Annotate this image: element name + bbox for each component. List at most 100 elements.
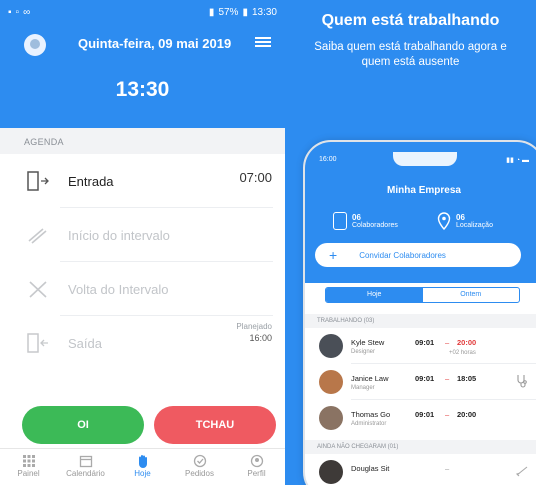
agenda-item-label: Entrada	[68, 174, 114, 189]
tab-label: Calendário	[66, 469, 105, 478]
action-buttons: OI TCHAU	[0, 398, 285, 448]
stethoscope-icon	[517, 375, 527, 388]
tab-hoje[interactable]: Hoje	[326, 288, 423, 302]
tab-ontem[interactable]: Ontem	[423, 288, 520, 302]
person-role: Designer	[351, 349, 376, 355]
horn-icon	[515, 466, 528, 477]
promo-subtitle-line: Saiba quem está trabalhando agora e	[314, 41, 507, 53]
agenda-item-label: Saída	[68, 336, 102, 351]
avatar	[319, 406, 343, 430]
location-pin-icon	[437, 212, 451, 230]
mockup-header: 16:00 ▮▮ ◔ ▬ Minha Empresa 06 Colaborado…	[305, 142, 536, 283]
image-icon: ▫	[15, 6, 20, 18]
phone-notch	[393, 152, 457, 166]
planned-time: Planejado 16:00	[236, 322, 272, 343]
badge-icon	[333, 212, 347, 230]
agenda-item-saida[interactable]: Saída Planejado 16:00	[0, 316, 285, 370]
signal-icon: ▮	[208, 6, 215, 18]
promo-subtitle: Saiba quem está trabalhando agora e quem…	[285, 40, 536, 70]
person-name: Kyle Stew	[351, 338, 385, 347]
tchau-button[interactable]: TCHAU	[154, 406, 276, 444]
tab-label: Hoje	[134, 469, 151, 478]
promo-title: Quem está trabalhando	[321, 12, 500, 29]
app-screen: ▪ ▫ ∞ ▮ 57% ▮ 13:30 Quinta-feira, 09 mai…	[0, 0, 285, 485]
agenda-section-label: AGENDA	[0, 128, 285, 154]
tab-hoje[interactable]: Hoje	[114, 449, 171, 485]
door-exit-icon	[27, 333, 48, 353]
end-time: 20:00	[457, 410, 477, 419]
avatar[interactable]	[24, 34, 46, 56]
status-bar: ▪ ▫ ∞ ▮ 57% ▮ 13:30	[0, 0, 285, 24]
tab-label: Perfil	[247, 469, 266, 478]
battery-level: 57%	[218, 6, 239, 18]
agenda-item-inicio-intervalo[interactable]: Início do intervalo	[0, 208, 285, 262]
tab-label: Painel	[17, 469, 40, 478]
header-date: Quinta-feira, 09 mai 2019	[78, 36, 232, 51]
person-name: Douglas Sit	[351, 464, 390, 473]
collaborators-label: Colaboradores	[352, 222, 398, 229]
screen: ▪ ▫ ∞ ▮ 57% ▮ 13:30 Quinta-feira, 09 mai…	[0, 0, 536, 485]
time-separator: –	[445, 374, 450, 383]
avatar	[319, 370, 343, 394]
status-time: 13:30	[251, 6, 277, 18]
collaborators-stat: 06 Colaboradores	[333, 212, 398, 230]
header: Quinta-feira, 09 mai 2019 13:30	[0, 24, 285, 128]
notification-icon: ▪	[8, 6, 12, 18]
end-time: 18:05	[457, 374, 477, 383]
promo-panel: Quem está trabalhando Saiba quem está tr…	[285, 0, 536, 485]
start-time: 09:01	[415, 410, 435, 419]
signal-wifi-battery-icon: ▮▮ ◔ ▬	[506, 157, 529, 164]
tab-label: Pedidos	[185, 469, 214, 478]
locations-count: 06	[456, 213, 465, 222]
person-role: Administrator	[351, 421, 387, 427]
extra-hours: +02 horas	[449, 350, 476, 356]
invite-collaborators-button[interactable]: + Convidar Colaboradores	[315, 243, 521, 267]
calendar-icon	[79, 455, 92, 468]
tab-calendario[interactable]: Calendário	[57, 449, 114, 485]
time-separator: –	[445, 338, 450, 347]
phone-mockup: 16:00 ▮▮ ◔ ▬ Minha Empresa 06 Colaborado…	[303, 140, 536, 485]
tab-pedidos[interactable]: Pedidos	[171, 449, 228, 485]
oi-button[interactable]: OI	[22, 406, 144, 444]
user-icon	[250, 454, 263, 468]
tab-perfil[interactable]: Perfil	[228, 449, 285, 485]
list-item[interactable]: Douglas Sit –	[305, 454, 536, 485]
time-separator: –	[445, 464, 450, 473]
start-time: 09:01	[415, 338, 435, 347]
agenda-item-label: Volta do Intervalo	[68, 282, 169, 297]
company-name: Minha Empresa	[387, 185, 461, 196]
voicemail-icon: ∞	[23, 6, 31, 18]
collaborators-count: 06	[352, 213, 361, 222]
avatar	[319, 334, 343, 358]
tab-painel[interactable]: Painel	[0, 449, 57, 485]
end-time: 20:00	[457, 338, 477, 347]
agenda-item-label: Início do intervalo	[68, 228, 170, 243]
tab-bar: Painel Calendário Hoje Pedidos Perfil	[0, 448, 285, 485]
check-circle-icon	[193, 454, 206, 468]
agenda-item-entrada[interactable]: Entrada 07:00	[0, 154, 285, 208]
list-item[interactable]: Thomas Go Administrator 09:01 – 20:00	[305, 400, 536, 436]
agenda-item-volta-intervalo[interactable]: Volta do Intervalo	[0, 262, 285, 316]
person-name: Thomas Go	[351, 410, 391, 419]
list-item[interactable]: Kyle Stew Designer 09:01 – 20:00 +02 hor…	[305, 328, 536, 364]
invite-label: Convidar Colaboradores	[359, 250, 446, 260]
mockup-time: 16:00	[319, 156, 337, 163]
start-time: 09:01	[415, 374, 435, 383]
menu-icon[interactable]	[255, 36, 271, 48]
person-role: Manager	[351, 385, 375, 391]
cutlery-icon	[28, 228, 47, 244]
promo-subtitle-line: quem está ausente	[361, 56, 460, 68]
time-separator: –	[445, 410, 450, 419]
planned-label: Planejado	[236, 322, 272, 331]
locations-label: Localização	[456, 222, 493, 229]
avatar	[319, 460, 343, 484]
hand-icon	[138, 455, 147, 468]
cutlery-cross-icon	[29, 281, 47, 298]
working-section-label: TRABALHANDO (03)	[305, 314, 536, 328]
plus-icon: +	[329, 247, 338, 263]
grid-icon	[22, 455, 35, 467]
list-item[interactable]: Janice Law Manager 09:01 – 18:05	[305, 364, 536, 400]
door-enter-icon	[27, 171, 49, 191]
current-time: 13:30	[115, 78, 170, 101]
planned-value: 16:00	[249, 333, 272, 343]
